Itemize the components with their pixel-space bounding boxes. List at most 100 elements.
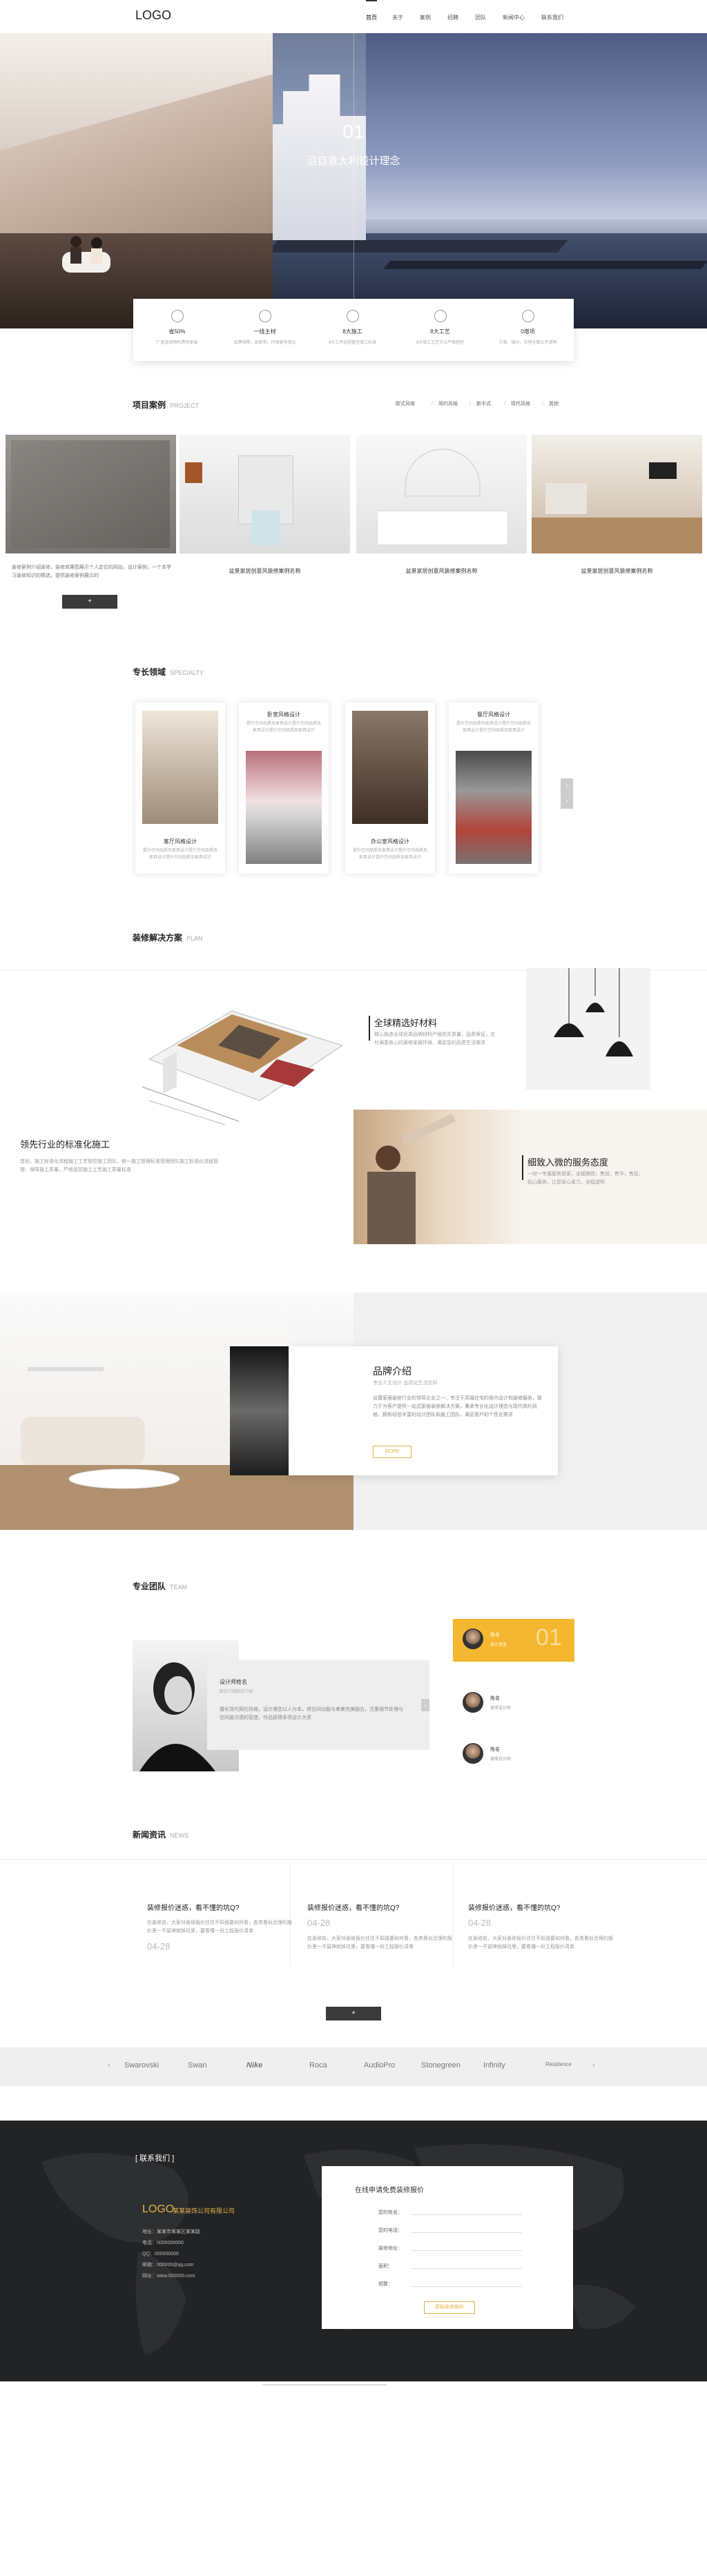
form-label-budget: 预算： [378, 2282, 393, 2287]
brand-more-button[interactable]: MORE [373, 1446, 411, 1458]
tab-separator: / [469, 402, 471, 406]
footer-info-phone: 电话：0000000000 [142, 2241, 184, 2245]
specialty-card-living[interactable]: 客厅风格设计 提升空间品质及家具设计提升空间品质及家具设计提升空间品质及家具设计 [135, 702, 225, 874]
quote-form: 在线申请免费装修报价 您的姓名： 您的电话： 装修地址： 面积： 预算： 获取装… [322, 2166, 573, 2329]
feature-title: 8大施工 [342, 328, 362, 335]
team-member[interactable]: 姓名 首席设计师 [453, 1682, 574, 1725]
brand-title: 品牌介绍 [373, 1366, 411, 1377]
tab-chinese[interactable]: / 新中式 [469, 400, 491, 407]
case-caption[interactable]: 盆景家居创意风装修案例名称 [180, 567, 350, 575]
form-label-address: 装修地址： [378, 2246, 403, 2251]
tab-simple[interactable]: / 简约风格 [432, 400, 458, 407]
news-item[interactable]: 装修报价迷惑，看不懂的坑Q? 04-28 在装修前，大家对装修报价往往不知道要如… [307, 1902, 452, 1951]
tab-european[interactable]: 欧式风格 [390, 400, 415, 407]
tab-separator: / [542, 402, 543, 406]
chevron-left-icon[interactable]: ‹ [108, 2061, 110, 2069]
feature-item: 8大施工 8大工序流程管控施工标准 [309, 299, 396, 361]
feature-desc: 8大施工工艺节点严格把控 [416, 341, 465, 345]
specialty-card-desc: 提升空间品质及家具设计提升空间品质及家具设计提升空间品质及家具设计 [352, 849, 427, 860]
nav-item-about[interactable]: 关于 [392, 14, 403, 21]
cases-more-button[interactable]: + [62, 595, 117, 609]
quote-submit-button[interactable]: 获取装修报价 [424, 2301, 475, 2314]
form-label-area: 面积： [378, 2264, 393, 2269]
partner-logo[interactable]: Nike [246, 2061, 262, 2069]
brand-text: 设置家居装修行业的领导企业之一，专注于高端住宅的室内设计和装修服务，致力于为客户… [373, 1396, 542, 1417]
avatar [463, 1629, 483, 1649]
feature-item: 一线主材 品牌保障，品质有，环保更有保证 [221, 299, 309, 361]
news-text: 在装修前，大家对装修报价往往不知道要如何看，各类看似合理的报价里一不留神就掉坑里… [468, 1936, 613, 1949]
tab-modern[interactable]: / 现代风格 [504, 400, 530, 407]
chevron-right-icon[interactable]: › [561, 794, 573, 809]
partner-logo[interactable]: Swan [188, 2061, 207, 2069]
solution-heading: 全球精选好材料 [374, 1018, 438, 1028]
nav-item-news[interactable]: 新闻中心 [503, 14, 525, 21]
partner-logo[interactable]: Infinity [483, 2061, 505, 2069]
solution-lamp-image [526, 968, 650, 1090]
tab-other[interactable]: / 其他 [542, 400, 559, 407]
specialty-arrows[interactable]: ‹ › [561, 778, 573, 809]
partner-logo[interactable]: AudioPro [364, 2061, 395, 2069]
case-image-4[interactable] [532, 435, 702, 553]
lamp-icon [554, 968, 633, 1056]
hero-people-image [62, 236, 110, 273]
partner-logo[interactable]: Residence [545, 2061, 572, 2067]
news-item[interactable]: 装修报价迷惑，看不懂的坑Q? 在装修前，大家对装修报价往往不知道要如何看，各类看… [147, 1902, 292, 1951]
case-caption[interactable]: 盆景家居创意风装修案例名称 [356, 567, 527, 575]
partner-logo[interactable]: Roca [309, 2061, 327, 2069]
partner-logo[interactable]: Swarovski [124, 2061, 159, 2069]
form-input-area[interactable] [411, 2268, 522, 2269]
nav-item-cases[interactable]: 案例 [420, 14, 431, 21]
specialty-card-office[interactable]: 办公室风格设计 提升空间品质及家具设计提升空间品质及家具设计提升空间品质及家具设… [345, 702, 435, 874]
feature-desc: 8大工序流程管控施工标准 [328, 341, 377, 345]
partner-logo[interactable]: Stonegreen [421, 2061, 461, 2069]
team-number: 01 [536, 1624, 562, 1651]
news-more-button[interactable]: + [326, 2007, 381, 2021]
team-member-role: 首席设计师 [490, 1758, 512, 1762]
case-floor [532, 518, 702, 553]
case-caption[interactable]: 盆景家居创意风装修案例名称 [532, 567, 702, 575]
case-image-1[interactable] [6, 435, 176, 553]
specialty-card-bedroom[interactable]: 卧室风格设计 提升空间品质及家具设计提升空间品质及家具设计提升空间品质及家具设计 [239, 702, 329, 874]
form-input-address[interactable] [411, 2250, 522, 2251]
news-title[interactable]: 装修报价迷惑，看不懂的坑Q? [307, 1902, 452, 1912]
case-sofa [545, 483, 587, 514]
team-title: 专业团队 [133, 1582, 166, 1591]
solution-subtitle: PLAN [186, 935, 203, 942]
chevron-left-icon[interactable]: ‹ [561, 778, 573, 794]
hero-pier [267, 240, 568, 253]
form-input-phone[interactable] [411, 2232, 522, 2233]
feature-title: 一线主材 [253, 328, 276, 335]
case-image-2[interactable] [180, 435, 350, 553]
footer-info-qq: QQ：000000000 [142, 2252, 179, 2257]
solution-text: 一对一专属服务管家，全程跟踪，售前，售中，售后，贴心服务，让您省心省力，全程透明 [527, 1172, 643, 1185]
team-member-active[interactable]: 姓名 设计总监 01 [453, 1619, 574, 1662]
team-member[interactable]: 姓名 首席设计师 [453, 1733, 574, 1776]
nav-item-team[interactable]: 团队 [475, 14, 486, 21]
site-header: LOGO 首页 关于 案例 招聘 团队 新闻中心 联系我们 [0, 0, 707, 33]
brand-card: 品牌介绍 专业人文设计·品质化生活空间 设置家居装修行业的领导企业之一，专注于高… [289, 1346, 558, 1475]
tab-label: 新中式 [476, 402, 491, 406]
footer-bottom-line [262, 2384, 387, 2386]
site-logo[interactable]: LOGO [135, 8, 171, 23]
news-item[interactable]: 装修报价迷惑，看不懂的坑Q? 04-28 在装修前，大家对装修报价往往不知道要如… [468, 1902, 613, 1951]
news-subtitle: NEWS [170, 1832, 189, 1839]
case-image-3[interactable] [356, 435, 527, 553]
chevron-right-icon[interactable]: › [421, 1699, 429, 1711]
solution-section-title: 装修解决方案 PLAN [133, 932, 203, 943]
case-glass-floor [252, 511, 280, 545]
nav-item-contact[interactable]: 联系我们 [541, 14, 563, 21]
nav-item-jobs[interactable]: 招聘 [447, 14, 458, 21]
news-title[interactable]: 装修报价迷惑，看不懂的坑Q? [147, 1902, 292, 1912]
form-input-budget[interactable] [411, 2286, 522, 2287]
solution-title: 装修解决方案 [133, 933, 183, 943]
form-input-name[interactable] [411, 2214, 522, 2215]
case-counter [377, 511, 508, 545]
tab-label: 简约风格 [438, 402, 458, 406]
footer-info-address: 地址：某某市某某区某某路 [142, 2230, 200, 2234]
news-date: 04-28 [307, 1918, 331, 1928]
solution-accent-bar [522, 1155, 523, 1180]
chevron-right-icon[interactable]: › [592, 2061, 595, 2069]
nav-item-home[interactable]: 首页 [366, 0, 377, 21]
news-title[interactable]: 装修报价迷惑，看不懂的坑Q? [468, 1902, 613, 1912]
specialty-card-dining[interactable]: 餐厅风格设计 提升空间品质及家具设计提升空间品质及家具设计提升空间品质及家具设计 [449, 702, 539, 874]
